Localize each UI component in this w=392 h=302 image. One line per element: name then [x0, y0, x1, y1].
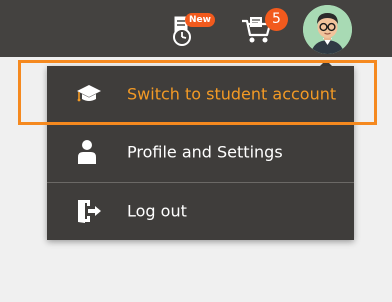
profile-and-settings-item[interactable]: Profile and Settings: [47, 123, 354, 181]
menu-item-label: Log out: [127, 201, 187, 221]
avatar[interactable]: [303, 5, 352, 54]
new-badge: New: [185, 13, 215, 27]
menu-item-label: Profile and Settings: [127, 142, 283, 162]
switch-to-student-account-item[interactable]: Switch to student account: [47, 66, 354, 122]
user-icon: [74, 138, 104, 166]
cart-count-badge: 5: [265, 8, 288, 31]
menu-item-label: Switch to student account: [127, 84, 337, 104]
log-out-item[interactable]: Log out: [47, 182, 354, 240]
top-bar: New 5: [0, 0, 392, 57]
account-dropdown-menu: Switch to student account Profile and Se…: [47, 66, 354, 240]
graduation-cap-icon: [74, 80, 104, 108]
logout-door-icon: [74, 197, 104, 225]
